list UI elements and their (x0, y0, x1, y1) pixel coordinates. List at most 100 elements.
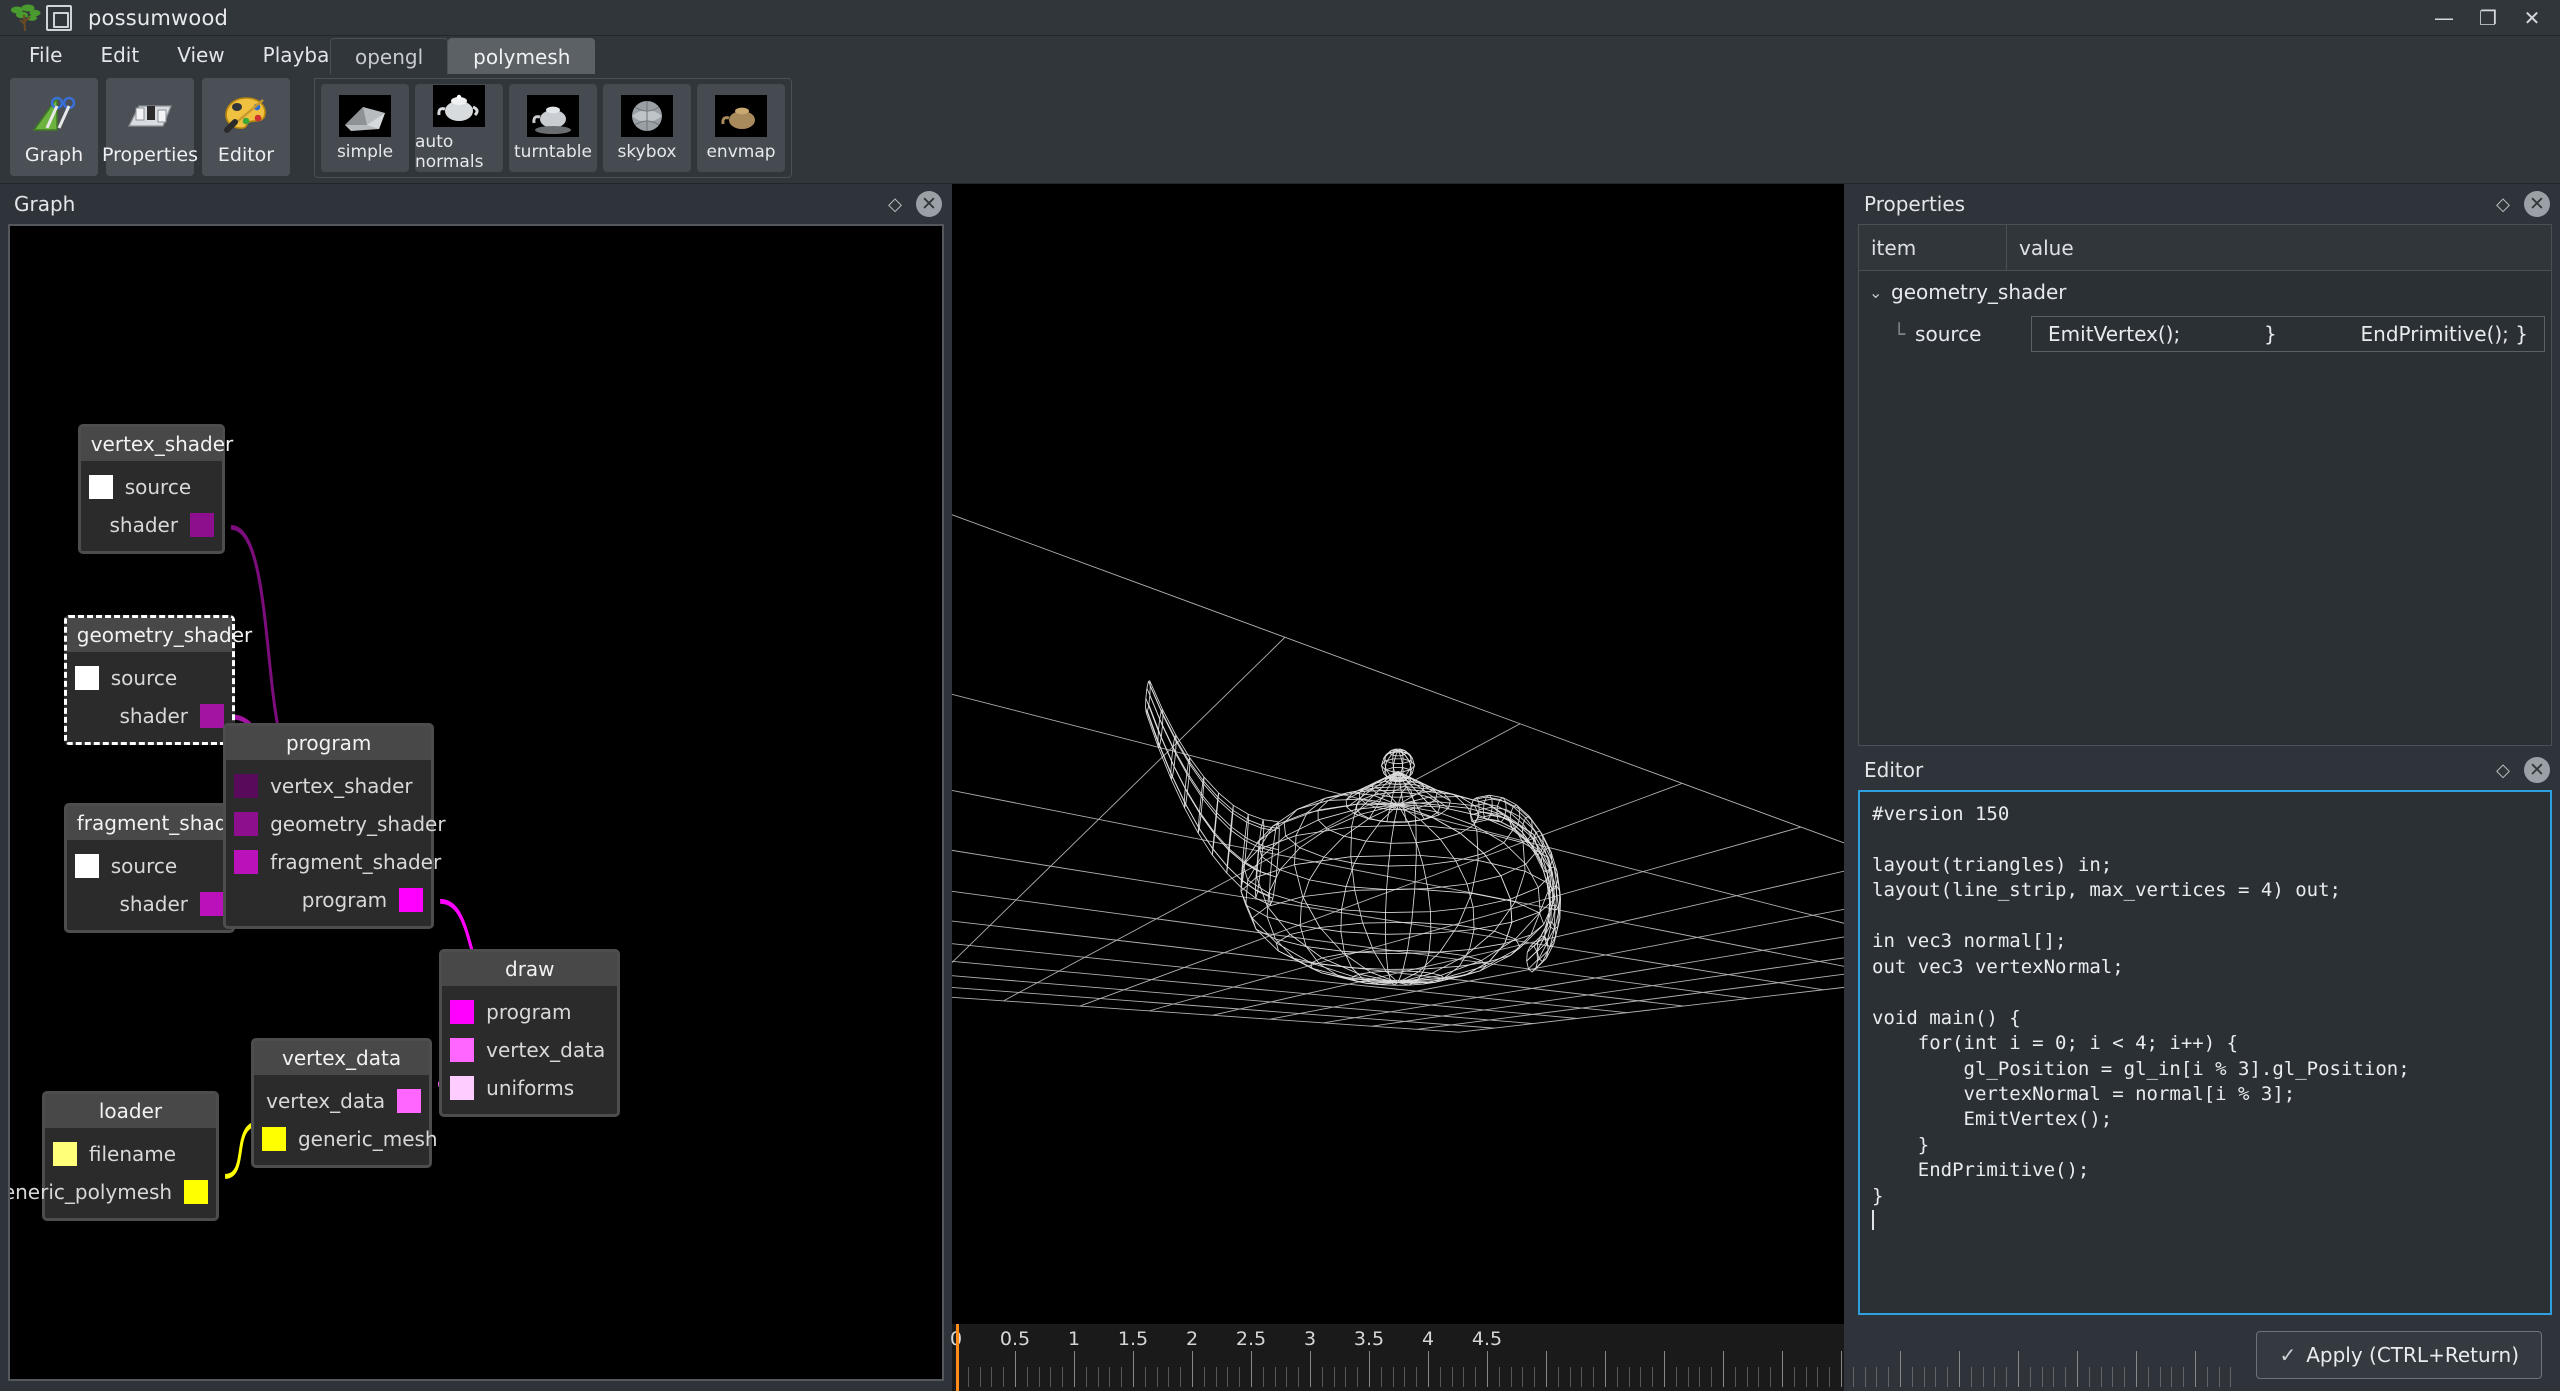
timeline-major-tick (1428, 1351, 1429, 1387)
3d-viewport[interactable] (952, 184, 1844, 1323)
port-handle-program[interactable] (399, 888, 424, 913)
tab-opengl[interactable]: opengl (330, 38, 449, 74)
property-value-source[interactable]: EmitVertex(); } EndPrimitive(); } (2031, 316, 2545, 352)
property-group-row[interactable]: ⌄ geometry_shader (1859, 271, 2551, 313)
port-handle-shader[interactable] (190, 512, 215, 537)
float-diamond-icon[interactable]: ◇ (2488, 189, 2518, 219)
node-port-row[interactable]: source (67, 847, 232, 885)
menu-file[interactable]: File (10, 36, 81, 74)
minimize-button[interactable]: — (2422, 1, 2466, 35)
node-port-row[interactable]: source (67, 659, 232, 697)
preset-simple-button[interactable]: simple (321, 84, 409, 172)
timeline-minor-tick (1593, 1367, 1595, 1387)
window-menu-icon[interactable] (46, 4, 72, 31)
node-port-row[interactable]: program (442, 993, 617, 1031)
timeline-major-tick (2136, 1351, 2137, 1387)
node-port-row[interactable]: vertex_data (254, 1082, 429, 1120)
tab-polymesh[interactable]: polymesh (448, 38, 596, 74)
close-icon[interactable]: ✕ (2524, 757, 2550, 783)
node-body: source shader (67, 840, 232, 930)
port-handle-program[interactable] (450, 1000, 475, 1025)
shader-code-editor[interactable]: #version 150 layout(triangles) in; layou… (1858, 790, 2552, 1315)
menu-edit[interactable]: Edit (81, 36, 158, 74)
preset-auto-normals-button[interactable]: auto normals (415, 84, 503, 172)
node-title: geometry_shader (66, 617, 252, 652)
timeline-minor-tick (1156, 1367, 1158, 1387)
preset-turntable-button[interactable]: turntable (509, 84, 597, 172)
editor-toolbutton[interactable]: Editor (202, 78, 290, 176)
port-handle-shader[interactable] (200, 891, 225, 916)
port-handle-fragment_shader[interactable] (234, 850, 259, 875)
chevron-down-icon[interactable]: ⌄ (1869, 283, 1891, 302)
port-handle-geometry_shader[interactable] (234, 812, 259, 837)
graph-node-vertex_data[interactable]: vertex_data vertex_data generic_mesh (250, 1038, 438, 1169)
close-icon[interactable]: ✕ (916, 191, 942, 217)
node-port-row[interactable]: geometry_shader (226, 805, 446, 843)
preset-auto-normals-label: auto normals (415, 131, 484, 172)
menu-items: File Edit View Playback (0, 36, 371, 74)
menu-view[interactable]: View (158, 36, 243, 74)
port-handle-vertex_data[interactable] (450, 1038, 475, 1063)
port-handle-shader[interactable] (200, 703, 225, 728)
node-port-row[interactable]: shader (81, 506, 222, 544)
port-handle-uniforms[interactable] (450, 1076, 475, 1101)
timeline-minor-tick (1392, 1367, 1394, 1387)
timeline-label: 3 (1303, 1328, 1317, 1350)
apply-button[interactable]: ✓ Apply (CTRL+Return) (2256, 1331, 2542, 1379)
graph-toolbutton[interactable]: Graph (10, 78, 98, 176)
node-title: vertex_shader (80, 426, 233, 461)
timeline-minor-tick (1699, 1367, 1701, 1387)
node-port-row[interactable]: shader (67, 697, 232, 735)
timeline-minor-tick (1180, 1367, 1182, 1387)
timeline-cursor[interactable] (956, 1324, 959, 1391)
node-body: source shader (67, 652, 232, 742)
graph-canvas[interactable]: vertex_shader source shader geometry_shader… (8, 224, 944, 1381)
timeline-major-tick (1487, 1351, 1488, 1387)
port-handle-filename[interactable] (52, 1141, 77, 1166)
timeline-minor-tick (1109, 1367, 1111, 1387)
node-port-row[interactable]: vertex_data (442, 1031, 617, 1069)
node-title: vertex_data (253, 1041, 430, 1076)
graph-node-vertex_shader[interactable]: vertex_shadersource shader (77, 423, 233, 554)
close-button[interactable]: ✕ (2510, 1, 2554, 35)
node-port-row[interactable]: program (226, 881, 431, 919)
menu-bar: File Edit View Playback opengl polymesh (0, 36, 2560, 74)
preset-skybox-button[interactable]: skybox (603, 84, 691, 172)
timeline-minor-tick (1239, 1367, 1241, 1387)
timeline-minor-tick (1994, 1367, 1996, 1387)
timeline-ruler[interactable]: 00.511.522.533.544.5 (950, 1323, 2232, 1391)
port-handle-source[interactable] (74, 853, 99, 878)
properties-toolbutton[interactable]: Properties (102, 78, 198, 176)
port-handle-vertex_shader[interactable] (234, 774, 259, 799)
node-port-row[interactable]: filename (45, 1135, 216, 1173)
node-port-row[interactable]: source (81, 468, 222, 506)
timeline-minor-tick (1935, 1367, 1937, 1387)
timeline-major-tick (1133, 1351, 1134, 1387)
node-port-row[interactable]: shader (67, 885, 232, 923)
node-title: loader (44, 1093, 217, 1128)
node-port-row[interactable]: generic_mesh (254, 1120, 438, 1158)
graph-node-draw[interactable]: draw program vertex_data uniforms (439, 949, 621, 1118)
float-diamond-icon[interactable]: ◇ (2488, 755, 2518, 785)
properties-table[interactable]: item value ⌄ geometry_shader └ source Em… (1858, 224, 2552, 746)
graph-scissors-icon (29, 88, 79, 140)
float-diamond-icon[interactable]: ◇ (880, 189, 910, 219)
port-handle-source[interactable] (88, 474, 113, 499)
close-icon[interactable]: ✕ (2524, 191, 2550, 217)
maximize-button[interactable]: ❐ (2466, 1, 2510, 35)
port-handle-vertex_data[interactable] (397, 1089, 422, 1114)
graph-node-fragment_shader[interactable]: fragment_shader source shader (63, 802, 248, 933)
port-handle-generic_mesh[interactable] (261, 1127, 286, 1152)
node-port-row[interactable]: uniforms (442, 1069, 617, 1107)
graph-node-geometry_shader[interactable]: geometry_shader source shader (63, 614, 252, 745)
port-handle-source[interactable] (74, 665, 99, 690)
preset-envmap-button[interactable]: envmap (697, 84, 785, 172)
timeline-minor-tick (1640, 1367, 1642, 1387)
property-row-source[interactable]: └ source EmitVertex(); } EndPrimitive();… (1859, 313, 2551, 355)
graph-node-program[interactable]: program vertex_shader geometry_shader fragm… (223, 723, 446, 930)
node-port-row[interactable]: generic_polymesh (10, 1173, 216, 1211)
node-port-row[interactable]: fragment_shader (226, 843, 441, 881)
graph-node-loader[interactable]: loader filename generic_polymesh (10, 1090, 220, 1221)
port-handle-generic_polymesh[interactable] (184, 1179, 209, 1204)
node-port-row[interactable]: vertex_shader (226, 767, 431, 805)
